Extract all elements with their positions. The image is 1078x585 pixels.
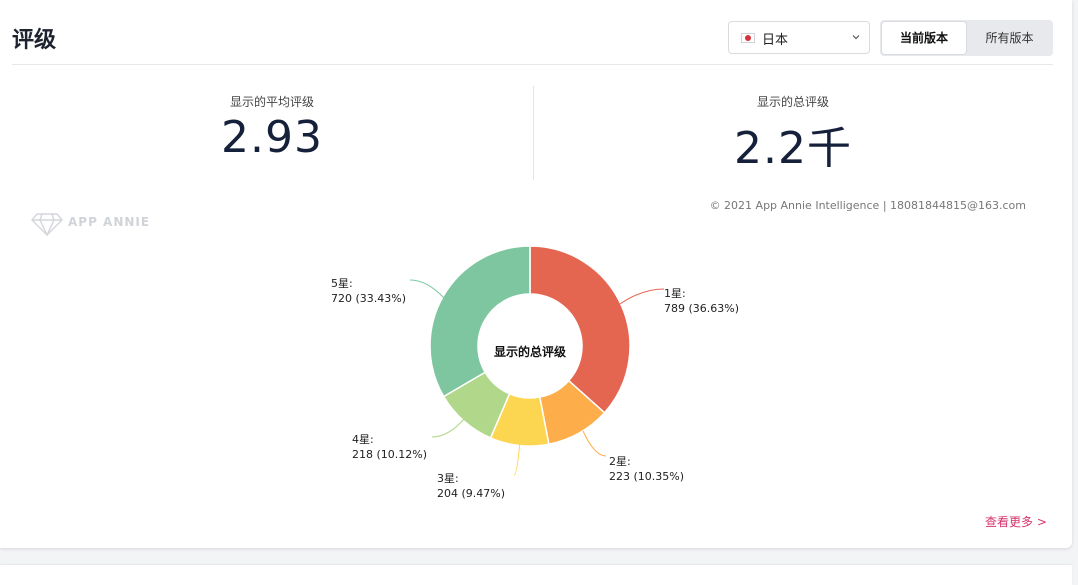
slice-value-star4: 218 (10.12%) bbox=[352, 448, 427, 461]
rating-donut-chart: 1星: 789 (36.63%) 2星: 223 (10.35%) 3星: 204 (9.… bbox=[331, 245, 739, 500]
leader-line-star2 bbox=[582, 430, 607, 457]
donut-slice-star1[interactable] bbox=[529, 245, 631, 414]
ratings-card: 评级 日本 当前版本 所有版本 显示的平均评级 2.93 显示的总评级 2.2千… bbox=[0, 0, 1072, 548]
slice-label-star1: 1星: bbox=[664, 287, 686, 300]
leader-line-star1 bbox=[619, 288, 665, 305]
see-more-link[interactable]: 查看更多 > bbox=[985, 513, 1047, 530]
slice-value-star1: 789 (36.63%) bbox=[664, 302, 739, 315]
slice-label-star3: 3星: bbox=[437, 472, 459, 485]
slice-label-star4: 4星: bbox=[352, 433, 374, 446]
leader-line-star5 bbox=[409, 279, 445, 299]
slice-value-star5: 720 (33.43%) bbox=[331, 292, 406, 305]
leader-line-star3 bbox=[513, 440, 521, 476]
slice-value-star2: 223 (10.35%) bbox=[609, 470, 684, 483]
slice-value-star3: 204 (9.47%) bbox=[437, 487, 505, 500]
next-card bbox=[0, 565, 1072, 585]
slice-label-star2: 2星: bbox=[609, 455, 631, 468]
donut-center-label: 显示的总评级 bbox=[494, 344, 566, 359]
slice-label-star5: 5星: bbox=[331, 277, 353, 290]
donut-slice-star5[interactable] bbox=[429, 245, 531, 398]
leader-line-star4 bbox=[431, 417, 466, 438]
